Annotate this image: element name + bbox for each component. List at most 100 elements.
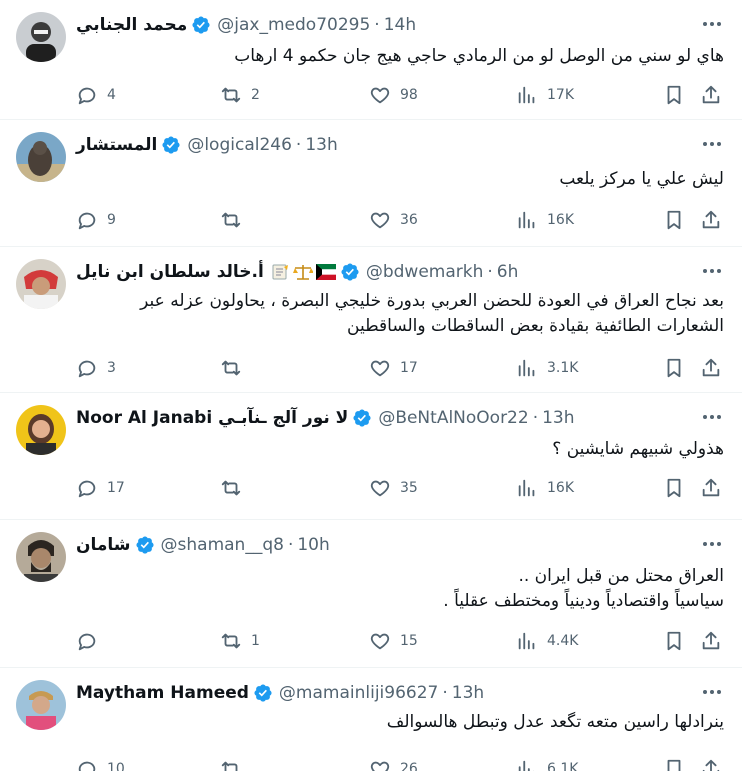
display-name[interactable]: محمد الجنابي	[76, 15, 187, 35]
tweet-actions: 17 35 16K	[76, 473, 726, 503]
share-button[interactable]	[700, 353, 722, 383]
more-icon[interactable]	[700, 680, 724, 704]
user-handle[interactable]: @jax_medo70295	[217, 15, 370, 35]
avatar[interactable]	[16, 259, 66, 309]
more-icon[interactable]	[700, 12, 724, 36]
user-handle[interactable]: @mamainliji96627	[279, 683, 438, 703]
like-count: 26	[400, 761, 418, 771]
verified-badge-icon	[192, 16, 210, 34]
avatar[interactable]	[16, 132, 66, 182]
bookmark-button[interactable]	[663, 473, 685, 503]
user-handle[interactable]: @BeNtAlNoOor22	[378, 408, 528, 428]
like-button[interactable]: 35	[369, 473, 418, 503]
reply-button[interactable]: 9	[76, 205, 116, 235]
bookmark-button[interactable]	[663, 626, 685, 656]
user-handle[interactable]: @logical246	[187, 135, 292, 155]
bookmark-button[interactable]	[663, 353, 685, 383]
views-button[interactable]: 17K	[516, 80, 574, 110]
timestamp[interactable]: 10h	[297, 535, 329, 555]
tweet-header: Maytham Hameed @mamainliji96627 · 13h	[76, 680, 484, 706]
display-name[interactable]: Noor Al Janabi ﻻ نور آلج ـنآبـي	[76, 408, 348, 428]
share-button[interactable]	[700, 205, 722, 235]
tweet[interactable]: شامان @shaman__q8 · 10h العراق محتل من ق…	[0, 520, 742, 668]
timestamp[interactable]: 6h	[497, 262, 519, 282]
reply-icon	[78, 633, 96, 651]
avatar[interactable]	[16, 12, 66, 62]
retweet-button[interactable]	[220, 205, 251, 235]
retweet-icon	[221, 480, 241, 496]
like-button[interactable]: 98	[369, 80, 418, 110]
like-button[interactable]: 26	[369, 754, 418, 771]
timestamp[interactable]: 13h	[305, 135, 337, 155]
tweet-text-line: الشعارات الطائفية بقيادة بعض الساقطات وا…	[347, 316, 724, 336]
views-count: 17K	[547, 87, 574, 103]
reply-icon	[78, 87, 96, 105]
user-handle[interactable]: @shaman__q8	[161, 535, 284, 555]
retweet-button[interactable]	[220, 473, 251, 503]
user-handle[interactable]: @bdwemarkh	[366, 262, 484, 282]
separator-dot: ·	[295, 135, 302, 155]
bookmark-button[interactable]	[663, 754, 685, 771]
tweet-text: ينرادلها راسين متعه تگعد عدل وتبطل هالسو…	[76, 710, 724, 735]
views-button[interactable]: 6.1K	[516, 754, 578, 771]
share-icon	[702, 759, 720, 771]
timestamp[interactable]: 14h	[384, 15, 416, 35]
verified-badge-icon	[341, 263, 359, 281]
avatar[interactable]	[16, 532, 66, 582]
bookmark-icon	[667, 631, 681, 651]
views-button[interactable]: 3.1K	[516, 353, 578, 383]
display-name[interactable]: Maytham Hameed	[76, 683, 249, 703]
retweet-button[interactable]	[220, 353, 251, 383]
reply-button[interactable]: 10	[76, 754, 125, 771]
display-name[interactable]: أ.خالد سلطان ابن نايل	[76, 262, 264, 282]
tweet-actions: 4 2 98 17K	[76, 80, 726, 110]
more-icon[interactable]	[700, 532, 724, 556]
reply-count: 3	[107, 360, 116, 376]
reply-button[interactable]: 17	[76, 473, 125, 503]
like-count: 15	[400, 633, 418, 649]
tweet[interactable]: Maytham Hameed @mamainliji96627 · 13h ين…	[0, 668, 742, 771]
like-button[interactable]: 17	[369, 353, 418, 383]
tweet-text-line: هذولي شبيهم شايشين ؟	[552, 439, 724, 459]
timestamp[interactable]: 13h	[452, 683, 484, 703]
views-button[interactable]: 16K	[516, 473, 574, 503]
display-name[interactable]: شامان	[76, 535, 131, 555]
share-button[interactable]	[700, 80, 722, 110]
like-button[interactable]: 15	[369, 626, 418, 656]
reply-button[interactable]	[76, 626, 107, 656]
views-button[interactable]: 4.4K	[516, 626, 578, 656]
tweet[interactable]: محمد الجنابي @jax_medo70295 · 14h هاي لو…	[0, 0, 742, 120]
share-button[interactable]	[700, 754, 722, 771]
views-count: 3.1K	[547, 360, 579, 376]
tweet[interactable]: المستشار @logical246 · 13h ليش علي يا مر…	[0, 120, 742, 247]
avatar[interactable]	[16, 680, 66, 730]
tweet-header: شامان @shaman__q8 · 10h	[76, 532, 330, 558]
display-name[interactable]: المستشار	[76, 135, 157, 155]
share-icon	[702, 85, 720, 104]
retweet-button[interactable]	[220, 754, 251, 771]
like-button[interactable]: 36	[369, 205, 418, 235]
retweet-button[interactable]: 1	[220, 626, 260, 656]
more-icon[interactable]	[700, 259, 724, 283]
share-icon	[702, 478, 720, 497]
views-button[interactable]: 16K	[516, 205, 574, 235]
tweet-text-line: العراق محتل من قبل ايران ..	[518, 566, 724, 586]
more-icon[interactable]	[700, 132, 724, 156]
views-count: 16K	[547, 480, 574, 496]
timestamp[interactable]: 13h	[542, 408, 574, 428]
avatar[interactable]	[16, 405, 66, 455]
share-button[interactable]	[700, 473, 722, 503]
bookmark-icon	[667, 759, 681, 771]
name-emojis	[267, 264, 336, 280]
reply-button[interactable]: 4	[76, 80, 116, 110]
more-icon[interactable]	[700, 405, 724, 429]
share-button[interactable]	[700, 626, 722, 656]
bookmark-button[interactable]	[663, 205, 685, 235]
reply-button[interactable]: 3	[76, 353, 116, 383]
retweet-button[interactable]: 2	[220, 80, 260, 110]
bookmark-icon	[667, 478, 681, 498]
tweet[interactable]: أ.خالد سلطان ابن نايل @bdwemarkh · 6h بع…	[0, 247, 742, 393]
bookmark-button[interactable]	[663, 80, 685, 110]
tweet[interactable]: Noor Al Janabi ﻻ نور آلج ـنآبـي @BeNtAlN…	[0, 393, 742, 520]
like-count: 98	[400, 87, 418, 103]
